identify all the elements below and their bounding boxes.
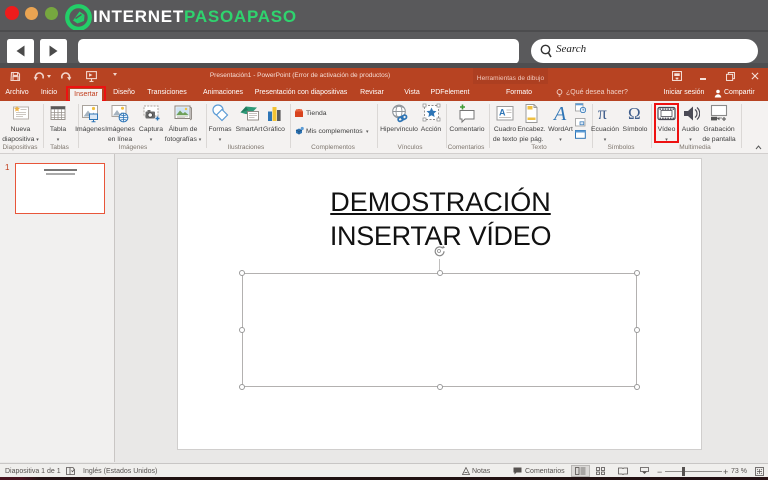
svg-text:Ω: Ω [628, 104, 641, 123]
svg-text:A: A [552, 103, 567, 124]
svg-text:A: A [499, 108, 506, 118]
svg-text:π: π [598, 103, 607, 123]
